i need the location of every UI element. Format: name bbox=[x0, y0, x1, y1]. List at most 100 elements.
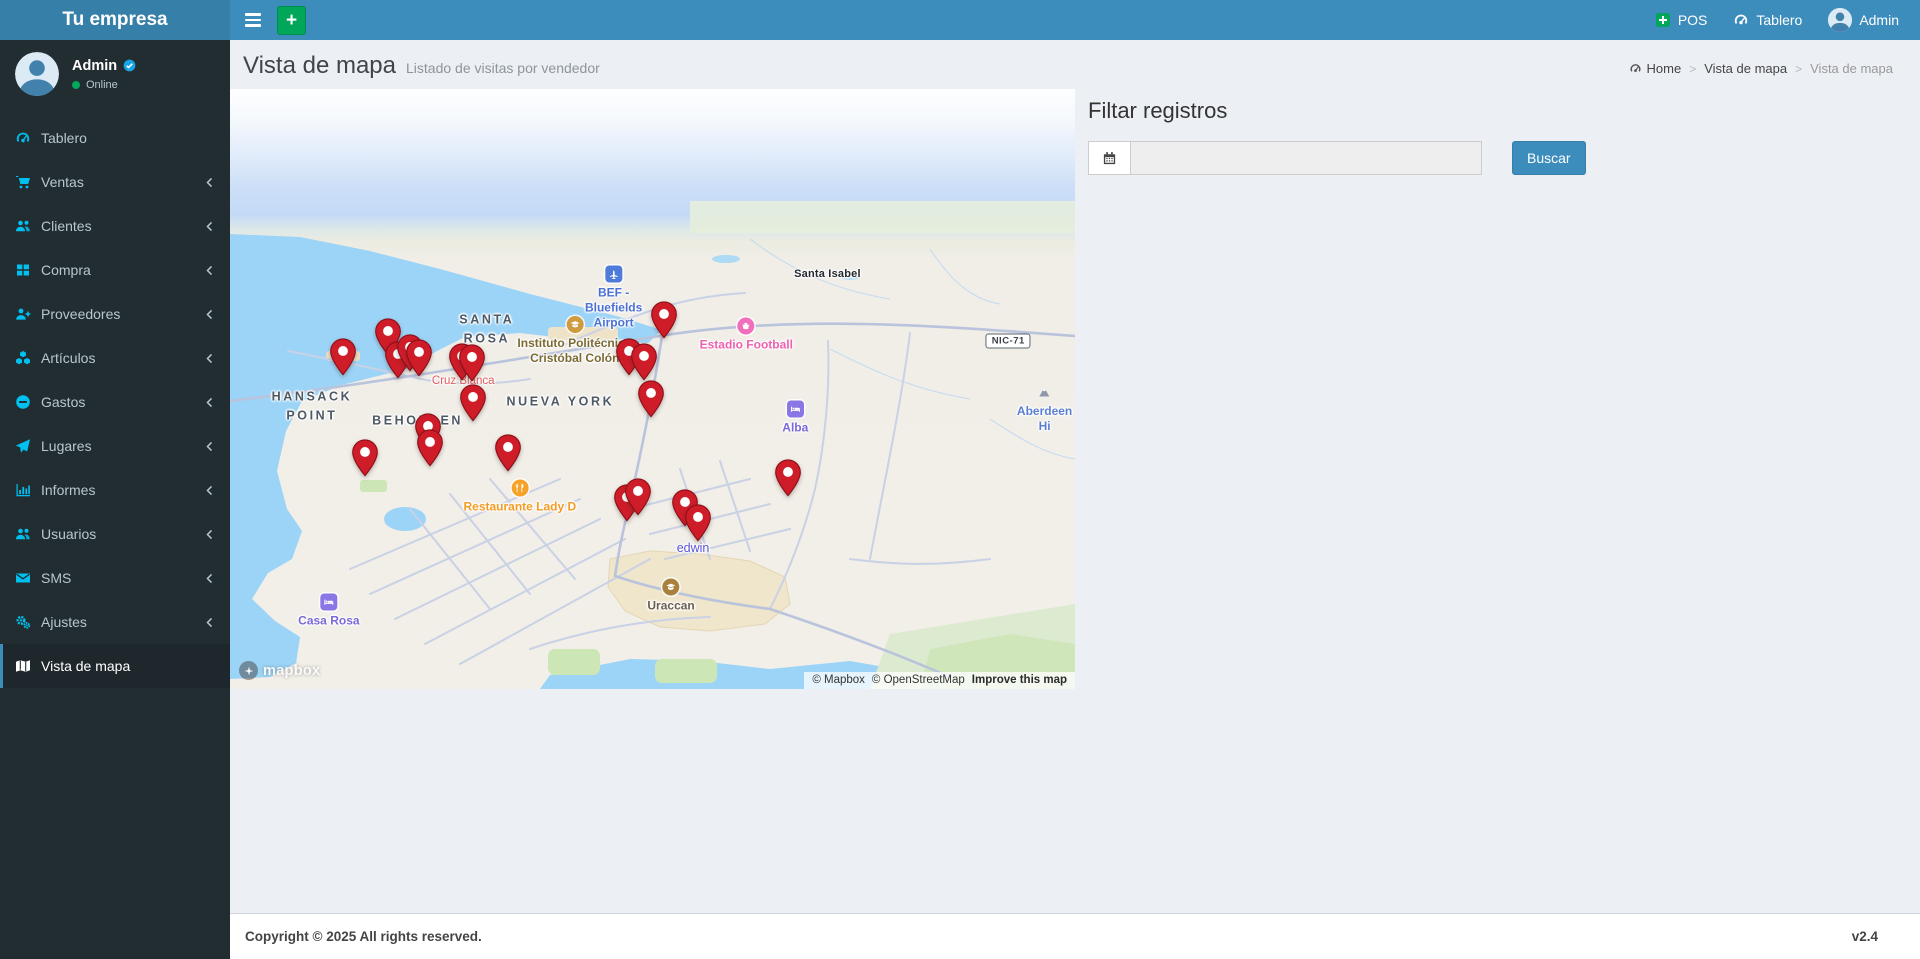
map-pin-1[interactable] bbox=[330, 338, 357, 376]
sidebar-item-tablero[interactable]: Tablero bbox=[0, 116, 230, 160]
sidebar-item-lugares[interactable]: Lugares bbox=[0, 424, 230, 468]
date-input-group bbox=[1088, 141, 1482, 175]
poi-label: Estadio Football bbox=[699, 337, 793, 352]
map-pin-19[interactable] bbox=[625, 478, 652, 516]
breadcrumb-separator: > bbox=[1689, 61, 1697, 76]
user-status-label: Online bbox=[86, 78, 118, 91]
sidebar-item-ajustes[interactable]: Ajustes bbox=[0, 600, 230, 644]
map-label-nueva-york: NUEVA YORK bbox=[506, 394, 615, 409]
sidebar-item-clientes[interactable]: Clientes bbox=[0, 204, 230, 248]
map-label-edwin: edwin bbox=[676, 541, 710, 555]
nav-item-admin[interactable]: Admin bbox=[1815, 0, 1912, 40]
sidebar-item-vista-de-mapa[interactable]: Vista de mapa bbox=[0, 644, 230, 688]
map-label-santa-rosa: SANTA ROSA bbox=[459, 312, 515, 345]
avatar bbox=[1828, 8, 1853, 32]
cap-icon bbox=[662, 578, 680, 596]
mapbox-logo[interactable]: mapbox bbox=[239, 661, 320, 680]
map-pin-8[interactable] bbox=[460, 384, 487, 422]
cogs-icon bbox=[15, 614, 31, 630]
sidebar-item-label: Proveedores bbox=[41, 306, 121, 322]
page-title-text: Vista de mapa bbox=[243, 52, 396, 79]
brand-logo[interactable]: Tu empresa bbox=[0, 0, 230, 40]
sidebar-item-label: Gastos bbox=[41, 394, 86, 410]
bed-icon bbox=[320, 593, 338, 611]
chevron-left-icon bbox=[203, 572, 216, 585]
map-label-hansack-point: HANSACK POINT bbox=[271, 389, 353, 422]
content-body: SANTA ROSAHANSACK POINTBEHOLDENNUEVA YOR… bbox=[230, 89, 1920, 913]
sidebar-item-sms[interactable]: SMS bbox=[0, 556, 230, 600]
user-plus-icon bbox=[15, 306, 31, 322]
footer: Copyright © 2025 All rights reserved. v2… bbox=[230, 913, 1920, 959]
map-poi-alba: Alba bbox=[782, 400, 808, 435]
top-navbar: Tu empresa + POS Tablero Admin bbox=[0, 0, 1920, 40]
breadcrumb-separator: > bbox=[1795, 61, 1803, 76]
calendar-icon bbox=[1088, 141, 1130, 175]
road-shield-nic71: NIC-71 bbox=[985, 333, 1031, 349]
map-pin-11[interactable] bbox=[352, 439, 379, 477]
page-subtitle: Listado de visitas por vendedor bbox=[406, 60, 600, 76]
sidebar-item-ventas[interactable]: Ventas bbox=[0, 160, 230, 204]
sidebar-item-compra[interactable]: Compra bbox=[0, 248, 230, 292]
dashboard-icon bbox=[15, 130, 31, 146]
chevron-left-icon bbox=[203, 396, 216, 409]
breadcrumb-home[interactable]: Home bbox=[1629, 61, 1681, 76]
stadium-icon bbox=[737, 317, 755, 335]
attribution-mapbox-link[interactable]: © Mapbox bbox=[812, 674, 865, 686]
map-pin-10[interactable] bbox=[417, 429, 444, 467]
content-header: Vista de mapa Listado de visitas por ven… bbox=[230, 40, 1920, 89]
breadcrumb-section[interactable]: Vista de mapa bbox=[1704, 61, 1787, 76]
cap-icon bbox=[566, 316, 584, 333]
sidebar-item-informes[interactable]: Informes bbox=[0, 468, 230, 512]
filter-heading: Filtar registros bbox=[1088, 98, 1228, 123]
sidebar-item-proveedores[interactable]: Proveedores bbox=[0, 292, 230, 336]
sidebar-item-label: Compra bbox=[41, 262, 91, 278]
sidebar-item-label: SMS bbox=[41, 570, 72, 586]
user-name: Admin bbox=[72, 57, 118, 74]
mapbox-logo-text: mapbox bbox=[263, 662, 321, 679]
grid-icon bbox=[15, 262, 31, 278]
map-poi-uraccan: Uraccan bbox=[647, 578, 695, 614]
dashboard-icon bbox=[1629, 62, 1642, 75]
map-canvas[interactable]: SANTA ROSAHANSACK POINTBEHOLDENNUEVA YOR… bbox=[230, 89, 1075, 689]
map-pin-15[interactable] bbox=[631, 343, 658, 381]
search-button[interactable]: Buscar bbox=[1512, 141, 1586, 175]
chevron-left-icon bbox=[203, 352, 216, 365]
sidebar-item-articulos[interactable]: Artículos bbox=[0, 336, 230, 380]
map-pin-5[interactable] bbox=[406, 339, 433, 377]
sidebar-item-label: Ajustes bbox=[41, 614, 87, 630]
map-pin-12[interactable] bbox=[495, 434, 522, 472]
map-pin-7[interactable] bbox=[458, 344, 485, 382]
navbar-main: + POS Tablero Admin bbox=[230, 0, 1920, 40]
envelope-icon bbox=[15, 570, 31, 586]
map-pin-17[interactable] bbox=[774, 459, 801, 497]
date-range-input[interactable] bbox=[1130, 141, 1482, 175]
chevron-left-icon bbox=[203, 616, 216, 629]
chevron-left-icon bbox=[203, 440, 216, 453]
paper-plane-icon bbox=[15, 438, 31, 454]
content-area: Vista de mapa Listado de visitas por ven… bbox=[230, 40, 1920, 959]
verified-badge-icon bbox=[123, 59, 136, 72]
avatar bbox=[15, 52, 59, 96]
sidebar-item-gastos[interactable]: Gastos bbox=[0, 380, 230, 424]
nav-pos-label: POS bbox=[1677, 12, 1708, 28]
map-pin-13[interactable] bbox=[651, 301, 678, 339]
attribution-osm-link[interactable]: © OpenStreetMap bbox=[872, 674, 965, 686]
sidebar-item-label: Ventas bbox=[41, 174, 84, 190]
poi-label: Aberdeen Hi bbox=[1016, 403, 1073, 433]
bed-icon bbox=[786, 400, 804, 418]
map-pin-21[interactable] bbox=[685, 504, 712, 542]
chevron-left-icon bbox=[203, 176, 216, 189]
map-poi-estadio-football: Estadio Football bbox=[699, 317, 793, 353]
chevron-left-icon bbox=[203, 220, 216, 233]
sidebar-toggle-icon[interactable] bbox=[230, 0, 276, 40]
sidebar-item-label: Tablero bbox=[41, 130, 87, 146]
nav-item-pos[interactable]: POS bbox=[1642, 0, 1721, 40]
improve-map-link[interactable]: Improve this map bbox=[972, 674, 1067, 686]
cubes-icon bbox=[15, 350, 31, 366]
breadcrumb-current: Vista de mapa bbox=[1810, 61, 1893, 76]
quick-add-button[interactable]: + bbox=[277, 5, 306, 35]
dashboard-icon bbox=[1733, 12, 1749, 28]
map-pin-16[interactable] bbox=[637, 380, 664, 418]
sidebar-item-usuarios[interactable]: Usuarios bbox=[0, 512, 230, 556]
nav-item-tablero[interactable]: Tablero bbox=[1720, 0, 1815, 40]
